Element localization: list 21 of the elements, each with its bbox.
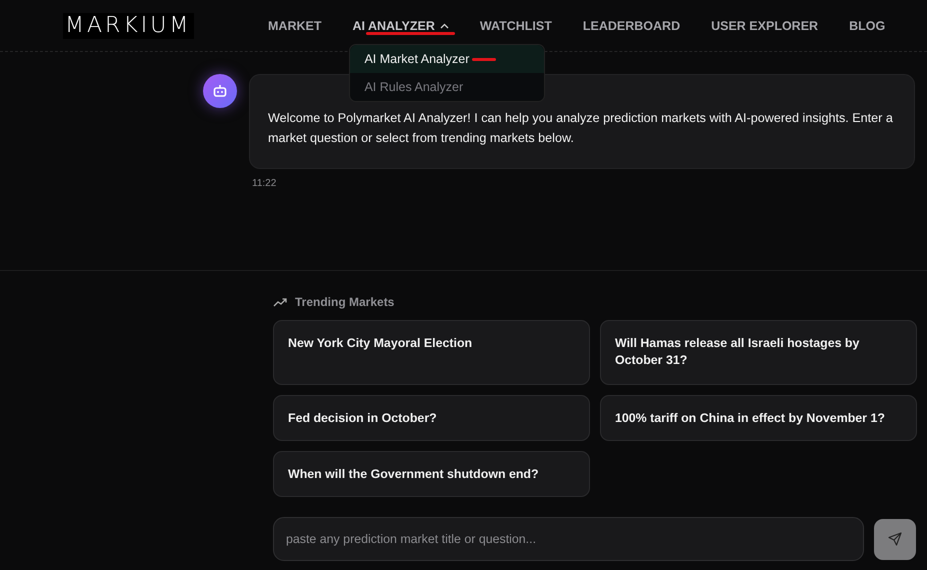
nav-link[interactable]: USER EXPLORER — [711, 0, 818, 51]
send-button[interactable] — [874, 518, 916, 560]
input-field[interactable]: paste any prediction market title or question... — [273, 517, 864, 561]
bot-avatar — [203, 74, 237, 108]
nav-link[interactable]: MARKET — [268, 0, 322, 51]
menu-item[interactable]: AI Rules Analyzer — [350, 73, 544, 101]
market-card[interactable]: 100% tariff on China in effect by November 1? — [600, 395, 917, 441]
trending-icon — [273, 297, 287, 307]
section-title: Trending Markets — [295, 295, 394, 309]
nav-link[interactable]: BLOG — [849, 0, 886, 51]
market-card[interactable]: When will the Government shutdown end? — [273, 451, 590, 497]
logo[interactable]: MARKIUM — [63, 12, 194, 38]
underline-mark — [472, 58, 496, 61]
nav-link[interactable]: LEADERBOARD — [582, 0, 680, 51]
message-time: 11:22 — [252, 178, 276, 189]
send-icon — [888, 532, 902, 546]
market-card[interactable]: New York City Mayoral Election — [273, 320, 590, 385]
message-text: Welcome to Polymarket AI Analyzer! I can help you analyze prediction markets with AI-powered insights. Enter a market question or select from trending markets below. — [268, 110, 894, 147]
market-card[interactable]: Fed decision in October? — [273, 395, 590, 441]
menu-item[interactable]: AI Market Analyzer — [350, 45, 544, 73]
market-card[interactable]: Will Hamas release all Israeli hostages by October 31? — [600, 320, 917, 385]
